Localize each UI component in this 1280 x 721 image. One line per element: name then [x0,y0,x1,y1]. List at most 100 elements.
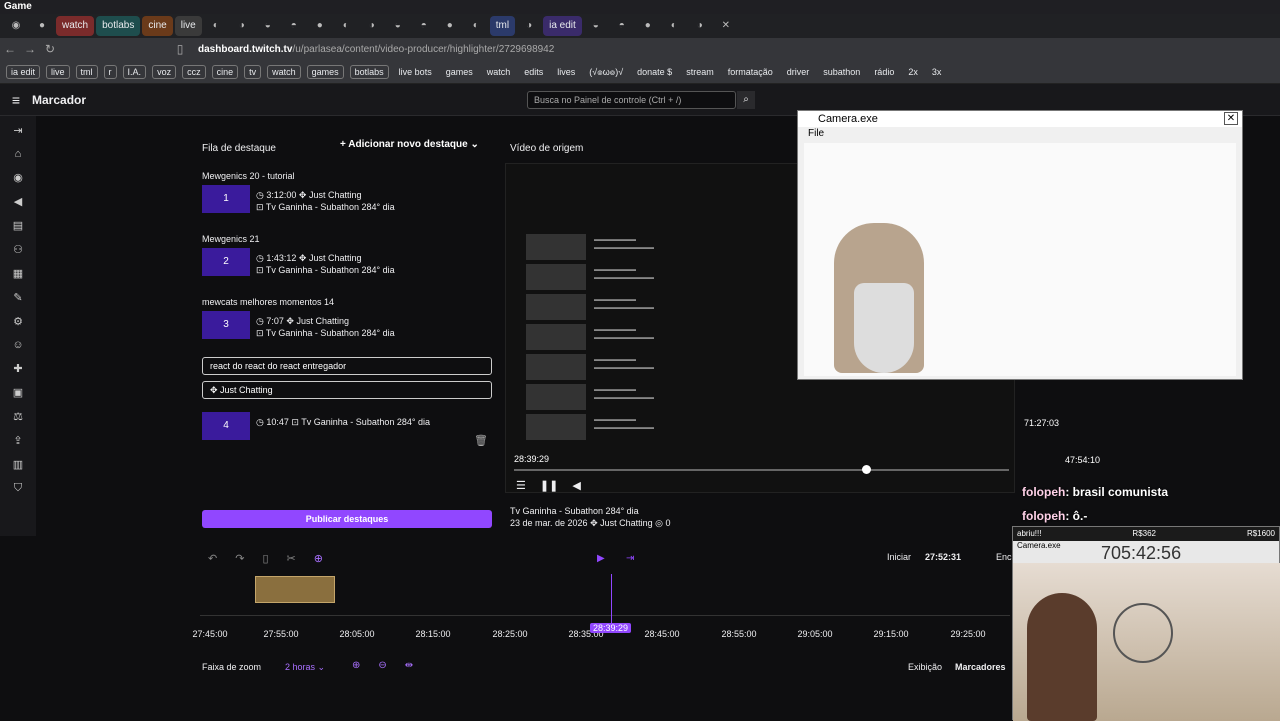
bookmark-item[interactable]: lives [553,66,579,78]
camera-window[interactable]: Camera.exe ✕ File [797,110,1243,380]
bookmark-item[interactable]: r [103,64,117,79]
bookmark-item[interactable]: ccz [182,64,206,79]
fit-icon[interactable]: ⇹ [405,660,413,671]
timeline-clip[interactable] [255,576,335,603]
safety-icon[interactable]: ⚖ [13,410,23,423]
book-icon[interactable]: ▥ [13,458,23,471]
highlight-item[interactable]: mewcats melhores momentos 14 3 ◷ 7:07 ✥ … [202,297,492,339]
bookmark-item[interactable]: games [306,64,344,79]
bookmark-item[interactable]: live bots [395,66,436,78]
bookmark-item[interactable]: tv [244,64,262,79]
bookmark-item[interactable]: voz [152,64,177,79]
bookmark-item[interactable]: I.A. [122,64,147,79]
zoom-out-icon[interactable]: ⊖ [378,660,386,671]
play-icon[interactable]: ▶ [597,553,605,564]
search-input[interactable]: Busca no Painel de controle (Ctrl + /) [527,91,736,109]
tab-icon[interactable]: ● [636,16,660,36]
bookmark-item[interactable]: donate $ [633,66,676,78]
highlight-item[interactable]: Mewgenics 20 - tutorial 1 ◷ 3:12:00 ✥ Ju… [202,171,492,213]
bookmark-item[interactable]: botlabs [349,64,389,79]
expand-icon[interactable]: ⇥ [13,124,22,137]
tab-icon[interactable]: ● [438,16,462,36]
community-icon[interactable]: ⚇ [13,243,23,256]
tab-watch[interactable]: watch [56,16,95,36]
pause-icon[interactable]: ❚❚ [540,479,558,492]
bookmark-item[interactable]: rádio [870,66,898,78]
bookmark-item[interactable]: formatação [724,66,777,78]
extensions-icon[interactable]: ✚ [13,362,22,375]
shield-icon[interactable]: ⛉ [14,482,22,495]
video-scrubber[interactable] [862,465,871,474]
tab-icon[interactable]: ◑ [230,16,254,36]
search-icon[interactable]: ⌕ [737,91,755,109]
add-circle-icon[interactable]: ⊕ [314,552,323,565]
cut-icon[interactable]: ✂ [287,552,296,565]
bookmark-item[interactable]: 3x [928,66,946,78]
url-text[interactable]: dashboard.twitch.tv/u/parlasea/content/v… [198,44,554,55]
bookmark-item[interactable]: games [442,66,477,78]
tab-icon[interactable]: ◐ [204,16,228,36]
settings-icon[interactable]: ⚙ [13,315,23,328]
camera-menu-file[interactable]: File [798,127,1242,141]
tab-icon[interactable]: ◑ [360,16,384,36]
tab-icon[interactable]: ◓ [610,16,634,36]
highlight-item[interactable]: Mewgenics 21 2 ◷ 1:43:12 ✥ Just Chatting… [202,234,492,276]
tab-icon[interactable]: ◓ [412,16,436,36]
record-icon[interactable]: ● [30,16,54,36]
creator-tools-icon[interactable]: ✎ [13,291,22,304]
second-camera-window[interactable]: abriu!!! R$362 R$1600 Camera.exe 705:42:… [1012,526,1280,721]
start-time[interactable]: 27:52:31 [925,552,961,562]
hamburger-icon[interactable]: ≡ [0,92,32,108]
tab-ia-edit[interactable]: ia edit [543,16,582,36]
tab-icon[interactable]: ◒ [386,16,410,36]
video-progress-bar[interactable] [514,469,1009,471]
bookmark-item[interactable]: stream [682,66,718,78]
home-icon[interactable]: ⌂ [15,148,22,160]
bookmark-item[interactable]: cine [211,64,239,79]
delete-icon[interactable]: ▯ [262,552,268,565]
bookmark-item[interactable]: live [46,64,70,79]
tab-icon[interactable]: ◒ [256,16,280,36]
camera-icon[interactable]: ▣ [13,386,23,399]
redo-icon[interactable]: ↷ [235,552,244,565]
tab-botlabs[interactable]: botlabs [96,16,141,36]
tab-icon[interactable]: ◑ [688,16,712,36]
undo-icon[interactable]: ↶ [208,552,217,565]
share-icon[interactable]: ⇪ [13,434,22,447]
zoom-select[interactable]: 2 horas ⌄ [285,662,325,673]
bookmark-item[interactable]: (√๏ω๏)√ [585,64,627,80]
tab-icon[interactable]: ● [308,16,332,36]
forward-icon[interactable]: → [20,42,40,56]
back-icon[interactable]: ← [0,42,20,56]
highlight-title-input[interactable]: react do react do react entregador [202,357,492,375]
trash-icon[interactable]: 🗑 [474,434,488,447]
stream-icon[interactable]: ◉ [13,171,23,184]
add-highlight-button[interactable]: + Adicionar novo destaque ⌄ [340,139,479,157]
tab-live[interactable]: live [174,16,202,36]
reload-icon[interactable]: ↻ [40,42,60,56]
bookmark-item[interactable]: watch [483,66,515,78]
bookmark-item[interactable]: tml [75,64,98,79]
tab-icon[interactable]: ◐ [464,16,488,36]
zoom-in-icon[interactable]: ⊕ [352,660,360,671]
tab-cine[interactable]: cine [142,16,173,36]
skip-end-icon[interactable]: ⇥ [626,553,634,564]
volume-icon[interactable]: ◀ [572,479,580,492]
tab-icon[interactable]: ◐ [662,16,686,36]
bookmark-item[interactable]: watch [267,64,301,79]
timeline-ruler[interactable] [200,604,1010,616]
bookmark-item[interactable]: driver [783,66,814,78]
close-icon[interactable]: ✕ [714,16,738,36]
viewer-icon[interactable]: ☺ [12,339,23,351]
markers-toggle[interactable]: Marcadores [955,662,1006,672]
bookmark-item[interactable]: 2x [904,66,922,78]
content-icon[interactable]: ▦ [13,267,23,280]
close-icon[interactable]: ✕ [1224,112,1238,125]
bookmark-item[interactable]: subathon [819,66,864,78]
analytics-icon[interactable]: ▤ [13,219,23,232]
bookmark-icon[interactable]: ▯ [170,42,190,56]
publish-button[interactable]: Publicar destaques [202,510,492,528]
tab-icon[interactable]: ◑ [517,16,541,36]
tab-tml[interactable]: tml [489,16,516,36]
category-input[interactable]: ✥ Just Chatting [202,381,492,399]
